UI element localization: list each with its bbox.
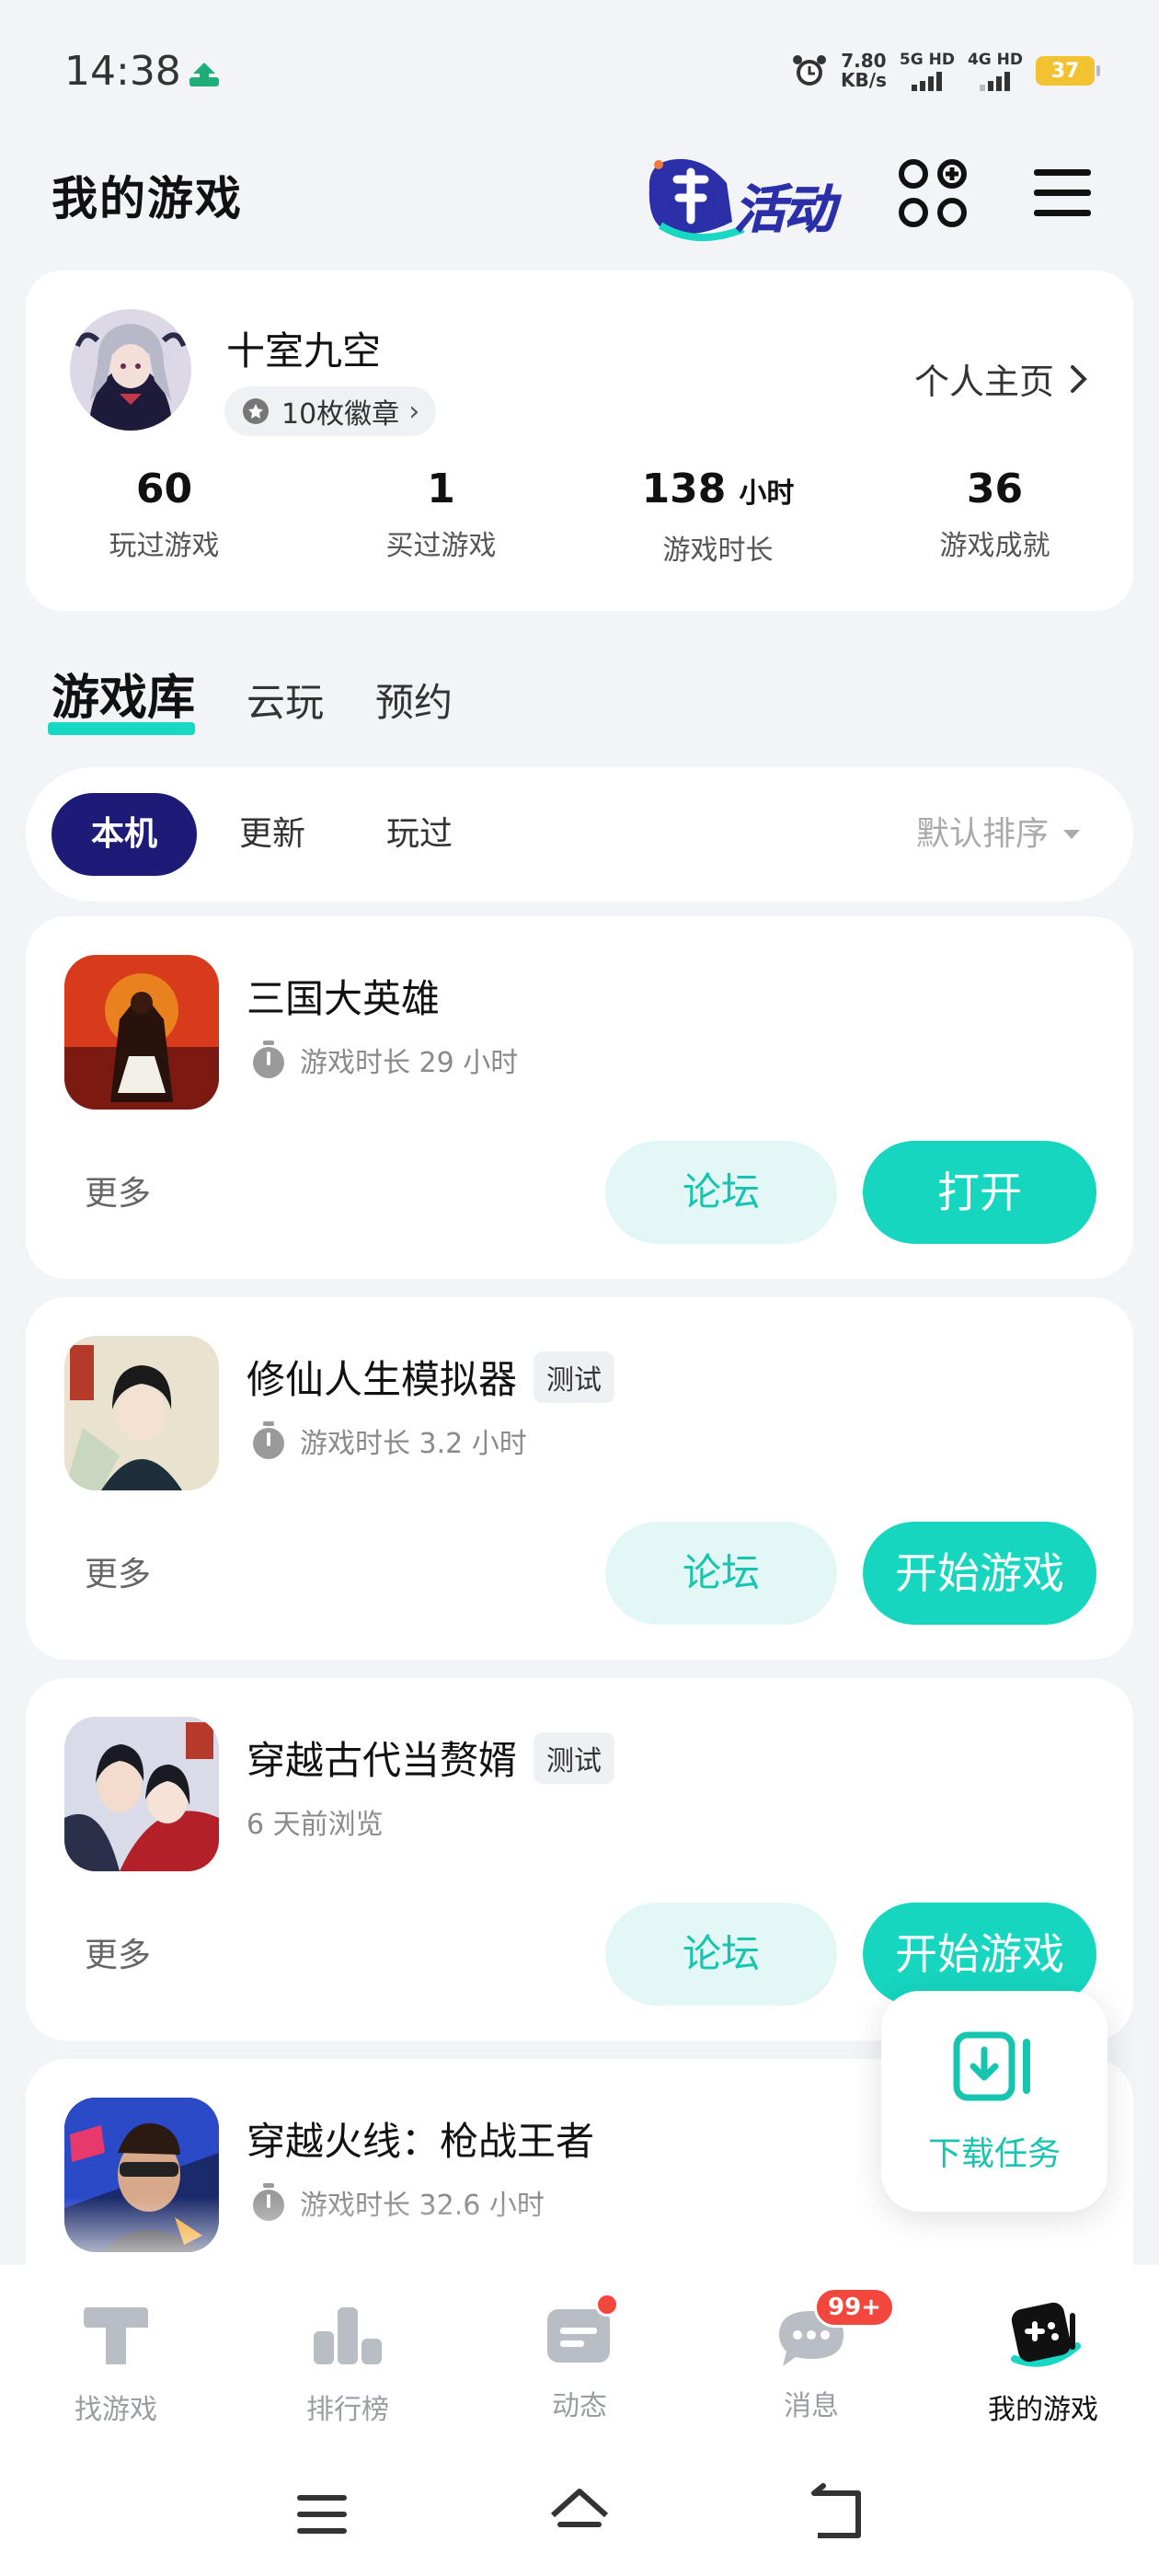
forum-button[interactable]: 论坛	[605, 1903, 837, 2006]
home-icon[interactable]	[547, 2482, 612, 2547]
download-icon	[953, 2031, 1030, 2101]
game-title: 穿越火线：枪战王者	[247, 2119, 595, 2164]
game-playtime: 游戏时长 3.2 小时	[300, 1428, 527, 1460]
status-time: 14:38	[64, 48, 181, 95]
nav-feed[interactable]: 动态	[464, 2293, 695, 2423]
badge-button[interactable]: 10枚徽章 ›	[224, 386, 437, 436]
stat-value: 1	[427, 466, 455, 512]
forum-button[interactable]: 论坛	[605, 1522, 837, 1625]
sort-dropdown[interactable]: 默认排序	[916, 793, 1080, 876]
battery-indicator: 37	[1036, 56, 1100, 86]
filter-chip-updates[interactable]: 更新	[239, 793, 305, 876]
forum-button[interactable]: 论坛	[605, 1141, 837, 1244]
medal-icon	[243, 398, 269, 424]
profile-stats: 60 玩过游戏 1 买过游戏 138 小时 游戏时长 36 游戏成就	[26, 464, 1133, 568]
more-button[interactable]: 更多	[85, 1167, 151, 1214]
apps-grid-icon[interactable]	[898, 158, 968, 228]
app-notification-icon	[189, 63, 219, 86]
game-icon[interactable]	[64, 1717, 219, 1871]
activity-button[interactable]: 活动	[640, 152, 848, 244]
alarm-icon	[792, 55, 826, 86]
stat-label: 玩过游戏	[109, 530, 220, 562]
filter-bar: 本机 更新 玩过 默认排序	[26, 767, 1133, 902]
game-title: 穿越古代当赘婿	[247, 1738, 518, 1783]
sim1-signal: 5G HD	[900, 52, 955, 91]
status-bar: 14:38 7.80 KB/s 5G HD 4G HD 37	[0, 0, 1159, 138]
game-icon[interactable]	[64, 1336, 219, 1490]
nav-rankings[interactable]: 排行榜	[232, 2293, 464, 2427]
avatar[interactable]	[70, 309, 191, 431]
download-tasks-label: 下载任务	[927, 2135, 1061, 2173]
stat-value: 138 小时	[641, 466, 795, 512]
find-games-icon	[84, 2307, 148, 2364]
game-card: 三国大英雄 游戏时长 29 小时 更多 论坛 打开	[26, 916, 1133, 1279]
game-last-viewed: 6 天前浏览	[247, 1809, 384, 1841]
tab-cloud-play[interactable]: 云玩	[247, 672, 324, 728]
user-name: 十室九空	[226, 328, 382, 374]
tab-reservations[interactable]: 预约	[375, 672, 453, 728]
system-navigation-bar	[0, 2482, 1159, 2556]
my-games-icon	[1011, 2302, 1081, 2367]
test-tag: 测试	[534, 1351, 615, 1403]
stopwatch-icon	[253, 1421, 284, 1459]
stat-label: 游戏成就	[939, 530, 1050, 562]
stat-achievements[interactable]: 36 游戏成就	[856, 464, 1133, 568]
chevron-right-icon	[1071, 364, 1087, 393]
start-game-button[interactable]: 开始游戏	[863, 1522, 1096, 1625]
library-tabs: 游戏库 云玩 预约	[48, 659, 453, 735]
stat-played-games[interactable]: 60 玩过游戏	[26, 464, 303, 568]
game-icon[interactable]	[64, 955, 219, 1110]
game-title: 修仙人生模拟器	[247, 1357, 518, 1402]
stat-play-time[interactable]: 138 小时 游戏时长	[580, 464, 856, 568]
sim2-signal: 4G HD	[968, 52, 1023, 91]
open-game-button[interactable]: 打开	[863, 1141, 1096, 1244]
tab-game-library[interactable]: 游戏库	[48, 659, 195, 735]
game-card: 穿越古代当赘婿 测试 6 天前浏览 更多 论坛 开始游戏	[26, 1678, 1133, 2041]
stopwatch-icon	[253, 1041, 284, 1078]
download-tasks-button[interactable]: 下载任务	[881, 1991, 1107, 2212]
nav-messages[interactable]: 99+ 消息	[695, 2287, 927, 2423]
game-title: 三国大英雄	[247, 976, 441, 1021]
game-card: 修仙人生模拟器 测试 游戏时长 3.2 小时 更多 论坛 开始游戏	[26, 1297, 1133, 1660]
personal-homepage-link[interactable]: 个人主页	[914, 353, 1089, 404]
activity-label: 活动	[734, 180, 836, 241]
bottom-nav: 找游戏 排行榜 动态 99+ 消息 我的游戏	[0, 2265, 1159, 2576]
stat-value: 60	[135, 466, 193, 512]
stat-label: 买过游戏	[385, 530, 497, 562]
page-title: 我的游戏	[52, 172, 243, 225]
stat-label: 游戏时长	[662, 535, 774, 567]
test-tag: 测试	[534, 1731, 615, 1784]
nav-find-games[interactable]: 找游戏	[0, 2293, 232, 2427]
network-speed: 7.80 KB/s	[840, 50, 887, 91]
stat-bought-games[interactable]: 1 买过游戏	[303, 464, 580, 568]
message-count-badge: 99+	[814, 2287, 895, 2328]
profile-card: 十室九空 10枚徽章 › 个人主页 60 玩过游戏 1 买过游戏 138 小时 游…	[26, 270, 1133, 611]
filter-chip-played[interactable]: 玩过	[386, 793, 453, 876]
chevron-right-icon: ›	[408, 395, 420, 428]
nav-my-games[interactable]: 我的游戏	[927, 2293, 1159, 2427]
back-icon[interactable]	[805, 2482, 869, 2547]
game-playtime: 游戏时长 29 小时	[300, 1047, 519, 1079]
filter-chip-local[interactable]: 本机	[52, 793, 197, 876]
recent-apps-icon[interactable]	[290, 2482, 354, 2547]
more-button[interactable]: 更多	[85, 1928, 151, 1976]
feed-notification-dot	[595, 2293, 619, 2317]
more-button[interactable]: 更多	[85, 1547, 151, 1595]
caret-down-icon	[1063, 830, 1080, 839]
menu-icon[interactable]	[1030, 166, 1095, 221]
stat-unit: 小时	[739, 477, 795, 510]
stat-value: 36	[966, 466, 1024, 512]
rankings-icon	[314, 2307, 382, 2364]
